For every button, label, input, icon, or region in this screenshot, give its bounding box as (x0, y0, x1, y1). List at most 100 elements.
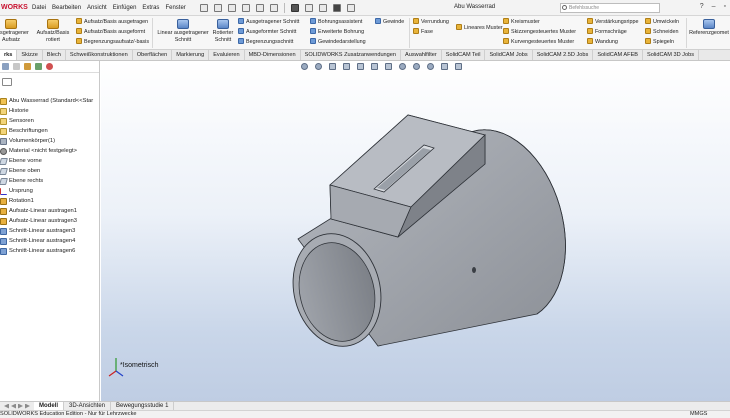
print-icon[interactable] (255, 3, 264, 12)
lofted-cut-button[interactable]: Ausgeformter Schnitt (238, 28, 296, 36)
restore-icon[interactable]: ▫ (724, 3, 726, 10)
menu-datei[interactable]: Datei (32, 5, 46, 11)
extruded-boss-button[interactable]: ausgetragener Aufsatz (0, 19, 29, 44)
tree-item-revolve1[interactable]: Rotation1 (0, 196, 100, 206)
tab-solidcam-afeb[interactable]: SolidCAM AFEB (593, 50, 644, 60)
intersect-button[interactable]: Schneiden (645, 28, 678, 36)
menu-bearbeiten[interactable]: Bearbeiten (52, 5, 81, 11)
circular-pattern-button[interactable]: Kreismuster (503, 18, 540, 26)
rib-button[interactable]: Verstärkungsrippe (587, 18, 638, 26)
pin-icon[interactable] (199, 3, 208, 12)
advanced-hole-icon (310, 28, 316, 34)
lofted-boss-button[interactable]: Aufsatz/Basis ausgeformt (76, 28, 145, 36)
tab-3d-views[interactable]: 3D-Ansichten (64, 402, 112, 410)
tree-item-sensors[interactable]: Sensoren (0, 116, 100, 126)
fillet-button[interactable]: Verrundung (413, 18, 449, 26)
reference-geometry-button[interactable]: Referenzgeomet (688, 19, 730, 37)
open-icon[interactable] (227, 3, 236, 12)
tree-item-history[interactable]: Historie (0, 106, 100, 116)
linear-pattern-button[interactable]: Lineares Muster (456, 24, 503, 32)
feature-tree-icon[interactable] (2, 63, 9, 70)
swept-cut-button[interactable]: Ausgetragener Schnitt (238, 18, 299, 26)
configuration-manager-icon[interactable] (24, 63, 31, 70)
cosmetic-thread-button[interactable]: Gewindedarstellung (310, 38, 366, 46)
tree-item-origin[interactable]: Ursprung (0, 186, 100, 196)
tree-item-solid-bodies[interactable]: Volumenkörper(1) (0, 136, 100, 146)
help-icon[interactable]: ? (700, 3, 704, 10)
revolved-cut-button[interactable]: Rotierter Schnitt (208, 19, 238, 44)
display-manager-icon[interactable] (46, 63, 53, 70)
swept-boss-button[interactable]: Aufsatz/Basis ausgetragen (76, 18, 148, 26)
chamfer-label: Fase (421, 29, 433, 35)
tree-item-right-plane[interactable]: Ebene rechts (0, 176, 100, 186)
tab-solidcam-part[interactable]: SolidCAM Teil (442, 50, 486, 60)
tab-markup[interactable]: Markierung (172, 50, 210, 60)
shell-button[interactable]: Wandung (587, 38, 618, 46)
tab-sheet-metal[interactable]: Blech (43, 50, 66, 60)
tab-sketch[interactable]: Skizze (17, 50, 43, 60)
options-gear-icon[interactable] (346, 3, 355, 12)
mirror-button[interactable]: Spiegeln (645, 38, 674, 46)
rebuild-icon[interactable] (304, 3, 313, 12)
last-tab-icon[interactable] (25, 403, 30, 409)
boundary-boss-button[interactable]: Begrenzungsaufsatz/-basis (76, 38, 149, 46)
cosmetic-thread-icon (310, 38, 316, 44)
tree-item-boss-extrude1[interactable]: Aufsatz-Linear austragen1 (0, 206, 100, 216)
previous-tab-icon[interactable] (11, 403, 16, 409)
graphics-area[interactable]: *Isometrisch (101, 61, 730, 401)
tree-item-front-plane[interactable]: Ebene vorne (0, 156, 100, 166)
unit-system[interactable]: MMGS (690, 411, 707, 418)
tree-item-label: Aufsatz-Linear austragen3 (9, 218, 77, 224)
draft-button[interactable]: Formschräge (587, 28, 627, 36)
tab-surfaces[interactable]: Oberflächen (133, 50, 173, 60)
tab-mbd-dimensions[interactable]: MBD-Dimensionen (245, 50, 301, 60)
tab-solidcam-25d[interactable]: SolidCAM 2.5D Jobs (533, 50, 594, 60)
extruded-cut-button[interactable]: Linear ausgetragener Schnitt (153, 19, 213, 44)
wrap-button[interactable]: Umwickeln (645, 18, 679, 26)
menu-fenster[interactable]: Fenster (165, 5, 185, 11)
curve-pattern-button[interactable]: Kurvengesteuertes Muster (503, 38, 574, 46)
chamfer-button[interactable]: Fase (413, 28, 433, 36)
next-tab-icon[interactable] (18, 403, 23, 409)
tree-item-cut-extrude4[interactable]: Schnitt-Linear austragen4 (0, 236, 100, 246)
tab-motion-study[interactable]: Bewegungsstudie 1 (111, 402, 175, 410)
advanced-hole-button[interactable]: Erweiterte Bohrung (310, 28, 364, 36)
tree-item-top-plane[interactable]: Ebene oben (0, 166, 100, 176)
tab-solidcam-3d[interactable]: SolidCAM 3D Jobs (643, 50, 699, 60)
command-search-input[interactable]: Befehlssuche (560, 3, 660, 13)
tree-item-boss-extrude3[interactable]: Aufsatz-Linear austragen3 (0, 216, 100, 226)
new-icon[interactable] (213, 3, 222, 12)
tab-solidcam-jobs[interactable]: SolidCAM Jobs (485, 50, 533, 60)
hole-wizard-button[interactable]: Bohrungsassistent (310, 18, 362, 26)
tree-item-cut-extrude6[interactable]: Schnitt-Linear austragen6 (0, 246, 100, 256)
property-manager-icon[interactable] (13, 63, 20, 70)
tab-features[interactable]: rks (0, 50, 18, 60)
sensors-icon (0, 117, 7, 125)
tab-selection-filter[interactable]: Auswahlfilter (401, 50, 442, 60)
tab-addins[interactable]: SOLIDWORKS Zusatzanwendungen (301, 50, 402, 60)
boundary-cut-button[interactable]: Begrenzungsschnitt (238, 38, 293, 46)
sketch-pattern-button[interactable]: Skizzengesteuertes Muster (503, 28, 576, 36)
undo-icon[interactable] (269, 3, 278, 12)
tree-item-part[interactable]: Abu Wasserrad (Standard<<Star (0, 96, 100, 106)
menu-einfuegen[interactable]: Einfügen (113, 5, 137, 11)
tree-item-material[interactable]: Material <nicht festgelegt> (0, 146, 100, 156)
select-arrow-icon[interactable] (290, 3, 299, 12)
file-properties-icon[interactable] (318, 3, 327, 12)
menu-ansicht[interactable]: Ansicht (87, 5, 107, 11)
first-tab-icon[interactable] (4, 403, 9, 409)
tab-weldments[interactable]: Schweißkonstruktionen (66, 50, 133, 60)
traffic-light-icon[interactable] (332, 3, 341, 12)
3d-model-view[interactable] (101, 61, 730, 401)
minimize-icon[interactable]: – (712, 3, 716, 10)
tab-evaluate[interactable]: Evaluieren (209, 50, 245, 60)
filter-icon[interactable] (2, 78, 12, 86)
dimxpert-icon[interactable] (35, 63, 42, 70)
save-icon[interactable] (241, 3, 250, 12)
menu-extras[interactable]: Extras (142, 5, 159, 11)
thread-button[interactable]: Gewinde (375, 18, 404, 26)
tree-item-annotations[interactable]: Beschriftungen (0, 126, 100, 136)
revolved-boss-button[interactable]: Aufsatz/Basis rotiert (32, 19, 74, 44)
tree-item-cut-extrude3[interactable]: Schnitt-Linear austragen3 (0, 226, 100, 236)
tab-model[interactable]: Modell (34, 402, 64, 410)
